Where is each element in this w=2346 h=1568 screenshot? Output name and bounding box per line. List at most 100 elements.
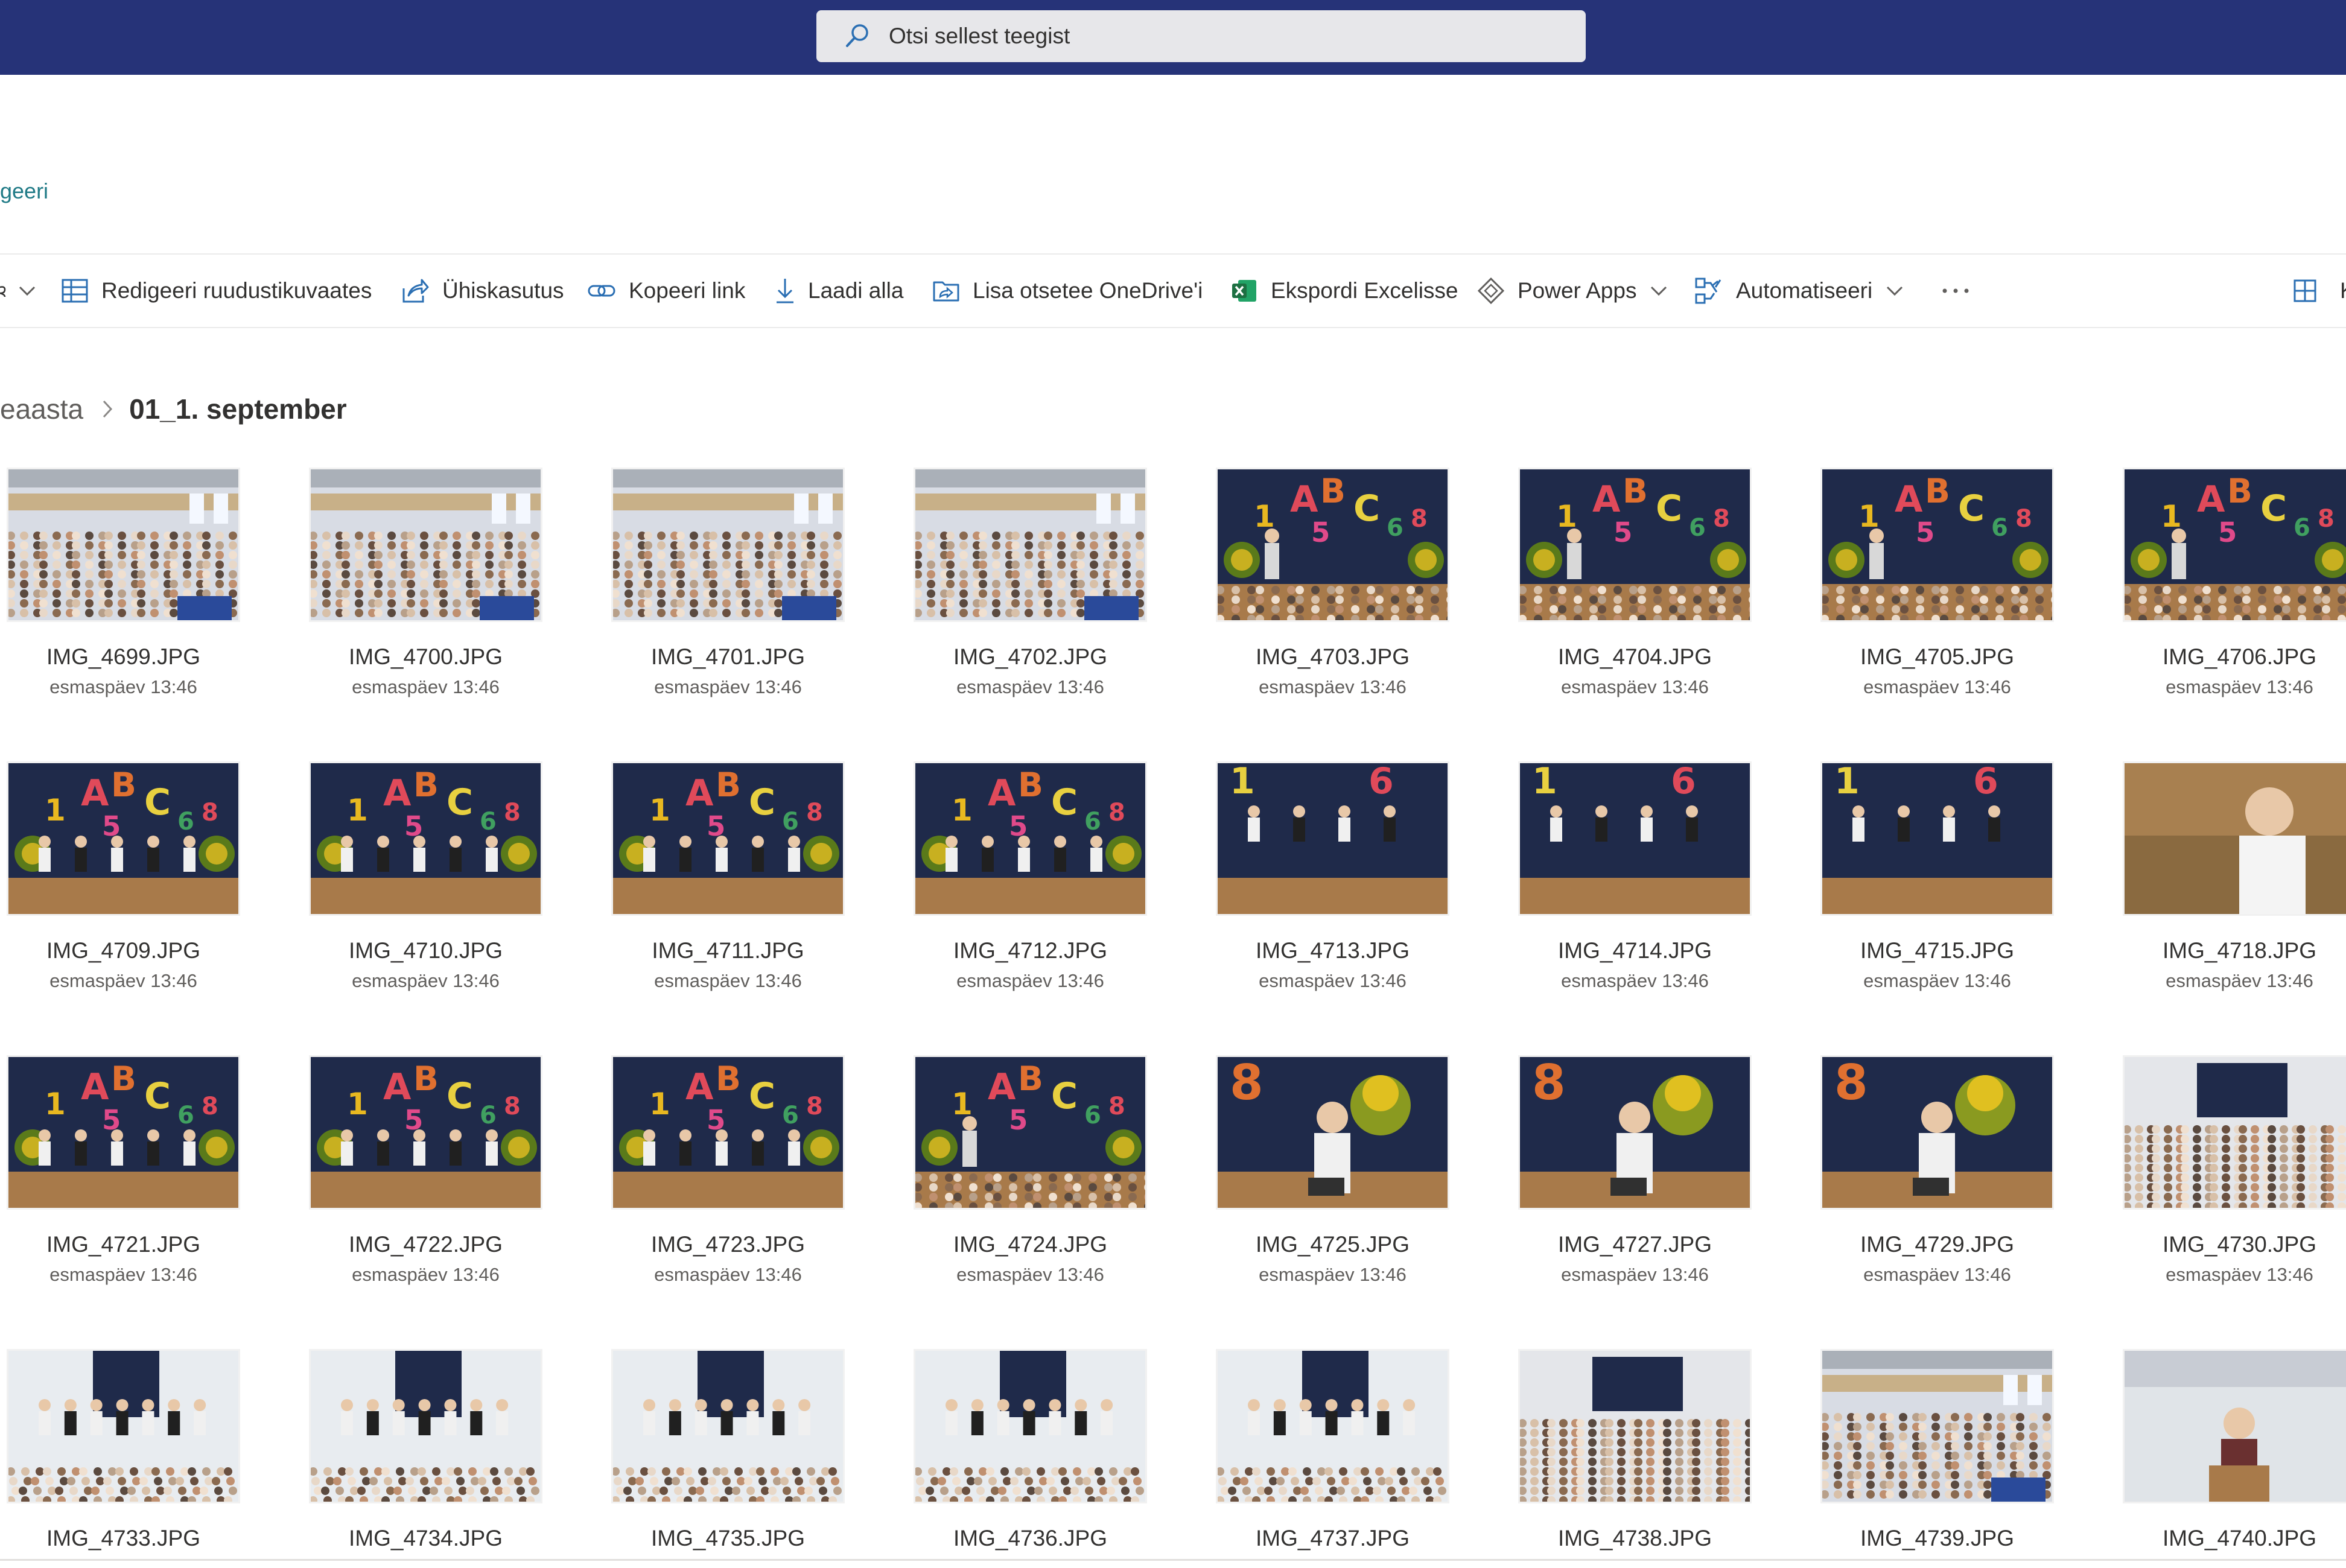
- file-thumbnail[interactable]: [311, 1351, 541, 1502]
- file-name[interactable]: IMG_4727.JPG: [1496, 1232, 1774, 1257]
- file-name[interactable]: IMG_4738.JPG: [1496, 1526, 1774, 1551]
- file-name[interactable]: IMG_4702.JPG: [891, 644, 1169, 670]
- svg-text:C: C: [1353, 487, 1380, 530]
- file-thumbnail[interactable]: 1ABC568: [2125, 469, 2346, 620]
- file-tile[interactable]: IMG_4718.JPG esmaspäev 13:46: [2125, 763, 2346, 991]
- file-name[interactable]: IMG_4718.JPG: [2100, 938, 2346, 963]
- file-thumbnail[interactable]: [613, 1351, 843, 1502]
- file-tile[interactable]: IMG_4735.JPG: [613, 1351, 843, 1568]
- file-tile[interactable]: 1 A B C 5 6 8 IMG_4710.JPG esmaspäev 13:46: [311, 763, 541, 991]
- file-thumbnail[interactable]: 8: [1520, 1057, 1750, 1208]
- file-thumbnail[interactable]: 8: [1822, 1057, 2052, 1208]
- file-thumbnail[interactable]: 1ABC568: [915, 1057, 1145, 1208]
- file-tile[interactable]: 1 6 IMG_4715.JPG esmaspäev 13:46: [1822, 763, 2052, 991]
- file-thumbnail[interactable]: 1ABC568: [8, 1057, 238, 1208]
- file-thumbnail[interactable]: [1520, 1351, 1750, 1502]
- file-thumbnail[interactable]: [311, 469, 541, 620]
- file-name[interactable]: IMG_4735.JPG: [589, 1526, 867, 1551]
- file-tile[interactable]: IMG_4702.JPG esmaspäev 13:46: [915, 469, 1145, 697]
- file-tile[interactable]: 1 A B C 5 6 8 IMG_4722.JPG esmaspäev 13:46: [311, 1057, 541, 1285]
- file-tile[interactable]: IMG_4734.JPG: [311, 1351, 541, 1568]
- file-name[interactable]: IMG_4715.JPG: [1798, 938, 2076, 963]
- file-tile[interactable]: 8 IMG_4729.JPG esmaspäev 13:46: [1822, 1057, 2052, 1285]
- file-name[interactable]: IMG_4701.JPG: [589, 644, 867, 670]
- file-tile[interactable]: 8 IMG_4727.JPG esmaspäev 13:46: [1520, 1057, 1750, 1285]
- file-name[interactable]: IMG_4723.JPG: [589, 1232, 867, 1257]
- file-thumbnail[interactable]: 1ABC568: [613, 1057, 843, 1208]
- file-tile[interactable]: IMG_4733.JPG: [8, 1351, 238, 1568]
- file-name[interactable]: IMG_4740.JPG: [2100, 1526, 2346, 1551]
- file-thumbnail[interactable]: [613, 469, 843, 620]
- file-thumbnail[interactable]: 16: [1218, 763, 1448, 914]
- file-name[interactable]: IMG_4724.JPG: [891, 1232, 1169, 1257]
- file-name[interactable]: IMG_4725.JPG: [1194, 1232, 1472, 1257]
- file-name[interactable]: IMG_4714.JPG: [1496, 938, 1774, 963]
- file-thumbnail[interactable]: 1ABC568: [311, 763, 541, 914]
- file-tile[interactable]: IMG_4699.JPG esmaspäev 13:46: [8, 469, 238, 697]
- file-thumbnail[interactable]: [2125, 1057, 2346, 1208]
- svg-text:A: A: [383, 772, 412, 814]
- file-tile[interactable]: IMG_4701.JPG esmaspäev 13:46: [613, 469, 843, 697]
- file-name[interactable]: IMG_4730.JPG: [2100, 1232, 2346, 1257]
- photo-thumbnail-image: [1520, 1351, 1750, 1502]
- file-thumbnail[interactable]: [8, 1351, 238, 1502]
- file-tile[interactable]: 1 A B C 5 6 8 IMG_4704.JPG esmaspäev 13:46: [1520, 469, 1750, 697]
- file-name[interactable]: IMG_4737.JPG: [1194, 1526, 1472, 1551]
- file-name[interactable]: IMG_4710.JPG: [287, 938, 565, 963]
- file-tile[interactable]: IMG_4738.JPG: [1520, 1351, 1750, 1568]
- file-thumbnail[interactable]: 8: [1218, 1057, 1448, 1208]
- file-name[interactable]: IMG_4713.JPG: [1194, 938, 1472, 963]
- file-tile[interactable]: IMG_4700.JPG esmaspäev 13:46: [311, 469, 541, 697]
- file-tile[interactable]: 1 A B C 5 6 8 IMG_4723.JPG esmaspäev 13:46: [613, 1057, 843, 1285]
- file-name[interactable]: IMG_4729.JPG: [1798, 1232, 2076, 1257]
- file-thumbnail[interactable]: [2125, 1351, 2346, 1502]
- file-tile[interactable]: 1 A B C 5 6 8 IMG_4705.JPG esmaspäev 13:46: [1822, 469, 2052, 697]
- file-name[interactable]: IMG_4722.JPG: [287, 1232, 565, 1257]
- file-thumbnail[interactable]: 1ABC568: [915, 763, 1145, 914]
- file-name[interactable]: IMG_4721.JPG: [0, 1232, 262, 1257]
- file-name[interactable]: IMG_4734.JPG: [287, 1526, 565, 1551]
- file-thumbnail[interactable]: 1ABC568: [1520, 469, 1750, 620]
- file-thumbnail[interactable]: [915, 469, 1145, 620]
- file-name[interactable]: IMG_4706.JPG: [2100, 644, 2346, 670]
- file-tile[interactable]: 1 A B C 5 6 8 IMG_4709.JPG esmaspäev 13:46: [8, 763, 238, 991]
- file-tile[interactable]: IMG_4737.JPG: [1218, 1351, 1448, 1568]
- file-tile[interactable]: 1 A B C 5 6 8 IMG_4724.JPG esmaspäev 13:46: [915, 1057, 1145, 1285]
- file-name[interactable]: IMG_4699.JPG: [0, 644, 262, 670]
- file-modified-date: esmaspäev 13:46: [1259, 676, 1407, 697]
- file-thumbnail[interactable]: [2125, 763, 2346, 914]
- file-thumbnail[interactable]: 16: [1520, 763, 1750, 914]
- file-name[interactable]: IMG_4705.JPG: [1798, 644, 2076, 670]
- file-name[interactable]: IMG_4733.JPG: [0, 1526, 262, 1551]
- file-tile[interactable]: 1 A B C 5 6 8 IMG_4711.JPG esmaspäev 13:46: [613, 763, 843, 991]
- file-thumbnail[interactable]: [8, 469, 238, 620]
- file-thumbnail[interactable]: [1822, 1351, 2052, 1502]
- file-tile[interactable]: 1 6 IMG_4713.JPG esmaspäev 13:46: [1218, 763, 1448, 991]
- file-thumbnail[interactable]: 16: [1822, 763, 2052, 914]
- file-thumbnail[interactable]: 1ABC568: [1822, 469, 2052, 620]
- file-name[interactable]: IMG_4711.JPG: [589, 938, 867, 963]
- file-name[interactable]: IMG_4704.JPG: [1496, 644, 1774, 670]
- file-tile[interactable]: 1 A B C 5 6 8 IMG_4703.JPG esmaspäev 13:46: [1218, 469, 1448, 697]
- file-tile[interactable]: 1 A B C 5 6 8 IMG_4721.JPG esmaspäev 13:46: [8, 1057, 238, 1285]
- file-name[interactable]: IMG_4712.JPG: [891, 938, 1169, 963]
- file-tile[interactable]: 8 IMG_4725.JPG esmaspäev 13:46: [1218, 1057, 1448, 1285]
- file-name[interactable]: IMG_4736.JPG: [891, 1526, 1169, 1551]
- file-name[interactable]: IMG_4703.JPG: [1194, 644, 1472, 670]
- file-name[interactable]: IMG_4700.JPG: [287, 644, 565, 670]
- file-name[interactable]: IMG_4709.JPG: [0, 938, 262, 963]
- file-tile[interactable]: 1 A B C 5 6 8 IMG_4706.JPG esmaspäev 13:46: [2125, 469, 2346, 697]
- file-thumbnail[interactable]: 1ABC568: [1218, 469, 1448, 620]
- file-tile[interactable]: 1 6 IMG_4714.JPG esmaspäev 13:46: [1520, 763, 1750, 991]
- file-thumbnail[interactable]: 1ABC568: [613, 763, 843, 914]
- file-tile[interactable]: IMG_4740.JPG: [2125, 1351, 2346, 1568]
- file-tile[interactable]: IMG_4739.JPG: [1822, 1351, 2052, 1568]
- file-tile[interactable]: IMG_4736.JPG: [915, 1351, 1145, 1568]
- file-thumbnail[interactable]: [1218, 1351, 1448, 1502]
- file-tile[interactable]: IMG_4730.JPG esmaspäev 13:46: [2125, 1057, 2346, 1285]
- file-thumbnail[interactable]: 1ABC568: [311, 1057, 541, 1208]
- file-thumbnail[interactable]: [915, 1351, 1145, 1502]
- file-name[interactable]: IMG_4739.JPG: [1798, 1526, 2076, 1551]
- file-thumbnail[interactable]: 1ABC568: [8, 763, 238, 914]
- file-tile[interactable]: 1 A B C 5 6 8 IMG_4712.JPG esmaspäev 13:46: [915, 763, 1145, 991]
